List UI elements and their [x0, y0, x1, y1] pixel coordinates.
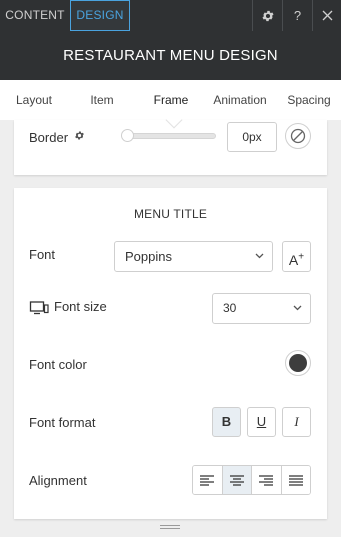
- gear-icon: [261, 10, 274, 21]
- alignment-label: Alignment: [29, 473, 87, 488]
- tab-content[interactable]: CONTENT: [0, 0, 70, 31]
- chevron-down-icon: [293, 294, 302, 323]
- align-left-icon: [200, 474, 215, 486]
- align-right-icon: [259, 474, 274, 486]
- monitor-icon: [29, 301, 49, 320]
- align-justify-icon: [288, 474, 303, 486]
- subnav-item-layout[interactable]: Layout: [6, 80, 62, 120]
- subnav-item-item[interactable]: Item: [76, 80, 128, 120]
- font-family-value: Poppins: [125, 249, 172, 264]
- font-label: Font: [29, 247, 56, 262]
- font-color-label: Font color: [29, 357, 87, 372]
- border-width-input[interactable]: 0px: [227, 122, 277, 152]
- font-size-select[interactable]: 30: [212, 293, 311, 324]
- add-font-icon: A+: [288, 251, 305, 268]
- close-icon: [322, 10, 332, 21]
- tab-design[interactable]: DESIGN: [70, 0, 130, 31]
- font-color-swatch: [289, 354, 307, 372]
- subnav-item-animation[interactable]: Animation: [208, 80, 272, 120]
- top-toolbar: CONTENT DESIGN ?: [0, 0, 341, 31]
- border-label: Border: [29, 130, 69, 145]
- section-heading: MENU TITLE: [133, 207, 208, 221]
- font-size-label: Font size: [54, 299, 107, 314]
- bold-button[interactable]: B: [212, 407, 241, 437]
- border-settings-button[interactable]: [74, 130, 85, 144]
- align-center-icon: [229, 474, 244, 486]
- font-size-value: 30: [223, 301, 237, 315]
- italic-button[interactable]: I: [282, 407, 311, 437]
- font-format-label: Font format: [29, 415, 96, 430]
- settings-button[interactable]: [252, 0, 282, 31]
- resize-grip-icon[interactable]: [160, 525, 180, 531]
- alignment-group: [192, 465, 311, 495]
- add-font-button[interactable]: A+: [282, 241, 311, 272]
- align-right-button[interactable]: [252, 466, 282, 494]
- help-icon: ?: [293, 8, 302, 23]
- border-slider-handle[interactable]: [121, 129, 134, 142]
- help-button[interactable]: ?: [282, 0, 312, 31]
- no-border-button[interactable]: [285, 123, 311, 149]
- close-button[interactable]: [312, 0, 341, 31]
- gear-icon: [75, 131, 84, 140]
- align-justify-button[interactable]: [281, 466, 310, 494]
- subnav-item-spacing[interactable]: Spacing: [282, 80, 336, 120]
- menu-title-card: MENU TITLE Font Poppins A+ Font size 30 …: [14, 188, 327, 519]
- border-slider-track[interactable]: [124, 133, 216, 139]
- font-family-select[interactable]: Poppins: [114, 241, 273, 272]
- underline-button[interactable]: U: [247, 407, 276, 437]
- align-left-button[interactable]: [193, 466, 223, 494]
- block-icon: [290, 128, 306, 144]
- align-center-button[interactable]: [222, 466, 252, 494]
- border-card: Border 0px: [14, 120, 327, 175]
- panel-title: RESTAURANT MENU DESIGN: [0, 31, 341, 80]
- chevron-down-icon: [255, 242, 264, 271]
- font-color-picker[interactable]: [285, 350, 311, 376]
